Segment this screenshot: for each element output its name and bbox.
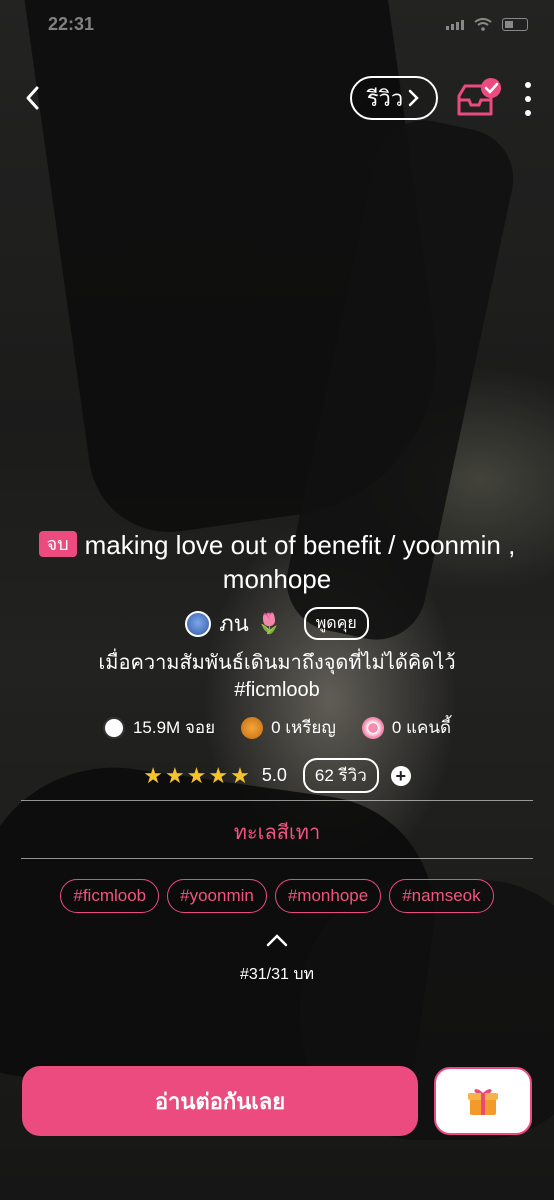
views-count: 15.9M จอย (132, 718, 216, 737)
novel-description: เมื่อความสัมพันธ์เดินมาถึงจุดที่ไม่ได้คิ… (0, 650, 554, 704)
tulip-icon: 🌷 (256, 613, 282, 635)
tag-list: #ficmloob #yoonmin #monhope #namseok (0, 879, 554, 913)
continue-reading-button[interactable]: อ่านต่อกันเลย (22, 1066, 418, 1136)
rating-row: ★★★★★ 5.0 62 รีวิว + (0, 758, 554, 793)
continue-reading-label: อ่านต่อกันเลย (154, 1088, 286, 1114)
tag-chip[interactable]: #namseok (389, 879, 494, 913)
add-review-icon[interactable]: + (390, 765, 411, 786)
coin-icon (241, 716, 264, 739)
cover-background (0, 0, 554, 1200)
author-row: ภน 🌷 พูดคุย (0, 606, 554, 641)
chapter-count: #31/31 บท (239, 966, 315, 983)
tag-chip[interactable]: #monhope (274, 879, 382, 913)
author-name[interactable]: ภน (219, 606, 249, 641)
review-button[interactable]: รีวิว (350, 76, 438, 120)
wifi-icon (474, 18, 492, 31)
status-bar: 22:31 (0, 0, 554, 44)
novel-title: จบ making love out of benefit / yoonmin ,… (30, 528, 524, 596)
gift-icon (468, 1089, 498, 1115)
gift-button[interactable] (434, 1067, 532, 1135)
author-avatar[interactable] (185, 610, 212, 637)
tag-chip[interactable]: #yoonmin (167, 879, 267, 913)
talk-button[interactable]: พูดคุย (303, 607, 369, 640)
chevron-up-icon[interactable] (265, 932, 289, 948)
review-count-button[interactable]: 62 รีวิว (302, 758, 379, 793)
library-added-icon[interactable] (455, 78, 503, 120)
description-line-1: เมื่อความสัมพันธ์เดินมาถึงจุดที่ไม่ได้คิ… (98, 652, 456, 674)
star-rating-icon: ★★★★★ (143, 762, 252, 788)
battery-icon (502, 18, 528, 31)
completed-badge: จบ (38, 531, 77, 557)
novel-title-text: making love out of benefit / yoonmin , m… (84, 530, 516, 594)
joy-icon (102, 716, 125, 739)
description-line-2: #ficmloob (234, 679, 320, 701)
category-link[interactable]: ทะเลสีเทา (0, 816, 554, 848)
status-time: 22:31 (48, 14, 95, 34)
novel-title-block: จบ making love out of benefit / yoonmin ,… (30, 528, 524, 596)
stats-row: 15.9M จอย 0 เหรียญ 0 แคนดี้ (0, 714, 554, 741)
more-options-icon[interactable] (523, 82, 533, 116)
divider (21, 800, 533, 801)
candy-count: 0 แคนดี้ (391, 718, 452, 737)
divider (21, 858, 533, 859)
candy-icon (361, 716, 384, 739)
tag-chip[interactable]: #ficmloob (60, 879, 160, 913)
review-button-label: รีวิว (366, 85, 404, 111)
signal-icon (446, 19, 464, 30)
rating-value: 5.0 (261, 765, 287, 785)
chevron-right-icon (409, 89, 420, 107)
coins-count: 0 เหรียญ (271, 718, 336, 737)
back-arrow-icon[interactable] (18, 80, 48, 116)
